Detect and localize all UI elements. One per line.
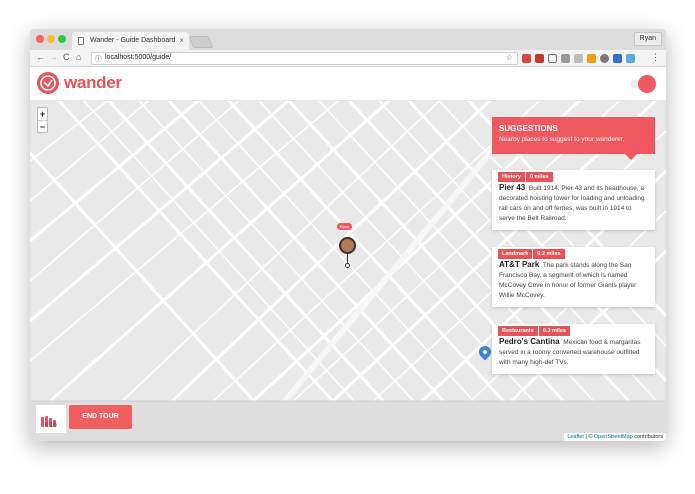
place-name: Pedro's Cantina xyxy=(499,337,560,346)
extension-rss-icon[interactable] xyxy=(587,54,596,63)
extension-block-icon[interactable] xyxy=(548,54,557,63)
tab-active[interactable]: Wander - Guide Dashboard × xyxy=(72,32,189,50)
extension-gray-icon[interactable] xyxy=(574,54,583,63)
close-window-button[interactable] xyxy=(36,35,44,43)
extension-blue-icon[interactable] xyxy=(626,54,635,63)
browser-toolbar: ← → C ⌂ ⓘ localhost:5000/guide/ ☆ ⋮ xyxy=(30,50,666,67)
map-view[interactable]: + − Ryan SUGGESTIONS Nearby places to su… xyxy=(30,101,666,441)
category-tag: Restaurants xyxy=(498,326,538,336)
category-tag: Landmark xyxy=(498,249,533,259)
distance-tag: 0.3 miles xyxy=(538,326,571,336)
app-logo-text: wander xyxy=(64,73,122,92)
audio-status[interactable]: 0:10 xyxy=(36,405,66,433)
place-name: AT&T Park xyxy=(499,260,540,269)
home-icon[interactable]: ⌂ xyxy=(76,52,81,62)
zoom-window-button[interactable] xyxy=(58,35,66,43)
distance-tag: 0 miles xyxy=(525,172,553,182)
extension-twitter-icon[interactable] xyxy=(613,54,622,63)
bookmark-star-icon[interactable]: ☆ xyxy=(506,53,513,62)
forward-icon[interactable]: → xyxy=(49,52,58,62)
status-toggle-knob[interactable] xyxy=(638,75,656,93)
wander-logo-icon xyxy=(37,72,59,94)
audio-timer: 0:10 xyxy=(45,423,57,429)
tab-title: Wander - Guide Dashboard xyxy=(90,37,176,44)
tab-close-icon[interactable]: × xyxy=(179,36,184,45)
suggestions-title: SUGGESTIONS xyxy=(499,124,558,133)
document-icon xyxy=(78,37,84,45)
suggestions-header: SUGGESTIONS Nearby places to suggest to … xyxy=(492,117,655,160)
address-bar[interactable]: ⓘ localhost:5000/guide/ ☆ xyxy=(91,52,518,65)
suggestion-card[interactable]: Restaurants 0.3 miles Pedro's Cantina Mex… xyxy=(492,324,655,374)
end-tour-button[interactable]: END TOUR xyxy=(69,405,132,429)
app-header: wander xyxy=(30,67,666,101)
osm-link[interactable]: OpenStreetMap xyxy=(594,434,633,440)
extension-abp-icon[interactable] xyxy=(522,54,531,63)
category-tag: History xyxy=(498,172,525,182)
zoom-out-button[interactable]: − xyxy=(38,120,47,132)
user-location-dot xyxy=(345,263,350,268)
distance-tag: 0.2 miles xyxy=(533,249,565,259)
tab-strip: Wander - Guide Dashboard × Ryan xyxy=(30,29,666,50)
leaflet-link[interactable]: Leaflet xyxy=(567,434,584,440)
user-avatar-marker[interactable] xyxy=(339,237,356,254)
attribution-separator: | © xyxy=(583,434,594,440)
place-name: Pier 43 xyxy=(499,183,526,192)
suggestion-tags: Restaurants 0.3 miles xyxy=(498,319,571,337)
extension-red-icon[interactable] xyxy=(535,54,544,63)
extension-camera-icon[interactable] xyxy=(561,54,570,63)
url-text: localhost:5000/guide/ xyxy=(105,54,172,61)
info-icon[interactable]: ⓘ xyxy=(95,54,102,64)
minimize-window-button[interactable] xyxy=(47,35,55,43)
back-icon[interactable]: ← xyxy=(36,52,45,62)
suggestions-subtitle: Nearby places to suggest to your wandere… xyxy=(499,136,625,143)
attribution-suffix: contributors xyxy=(632,434,663,440)
zoom-control: + − xyxy=(37,107,48,133)
map-attribution: Leaflet | © OpenStreetMap contributors xyxy=(564,433,666,441)
suggestion-card[interactable]: Landmark 0.2 miles AT&T Park The park sta… xyxy=(492,247,655,307)
browser-menu-icon[interactable]: ⋮ xyxy=(651,52,660,63)
zoom-in-button[interactable]: + xyxy=(38,108,47,120)
reload-icon[interactable]: C xyxy=(63,52,70,62)
suggestion-card[interactable]: History 0 miles Pier 43 Built 1914, Pier … xyxy=(492,170,655,230)
suggestion-tags: History 0 miles xyxy=(498,165,554,183)
new-tab-button[interactable] xyxy=(188,36,214,48)
browser-window: Wander - Guide Dashboard × Ryan ← → C ⌂ … xyxy=(30,29,666,441)
profile-button[interactable]: Ryan xyxy=(633,32,662,46)
extension-circle-icon[interactable] xyxy=(600,54,609,63)
user-location-label: Ryan xyxy=(337,223,353,230)
suggestion-tags: Landmark 0.2 miles xyxy=(498,242,566,260)
